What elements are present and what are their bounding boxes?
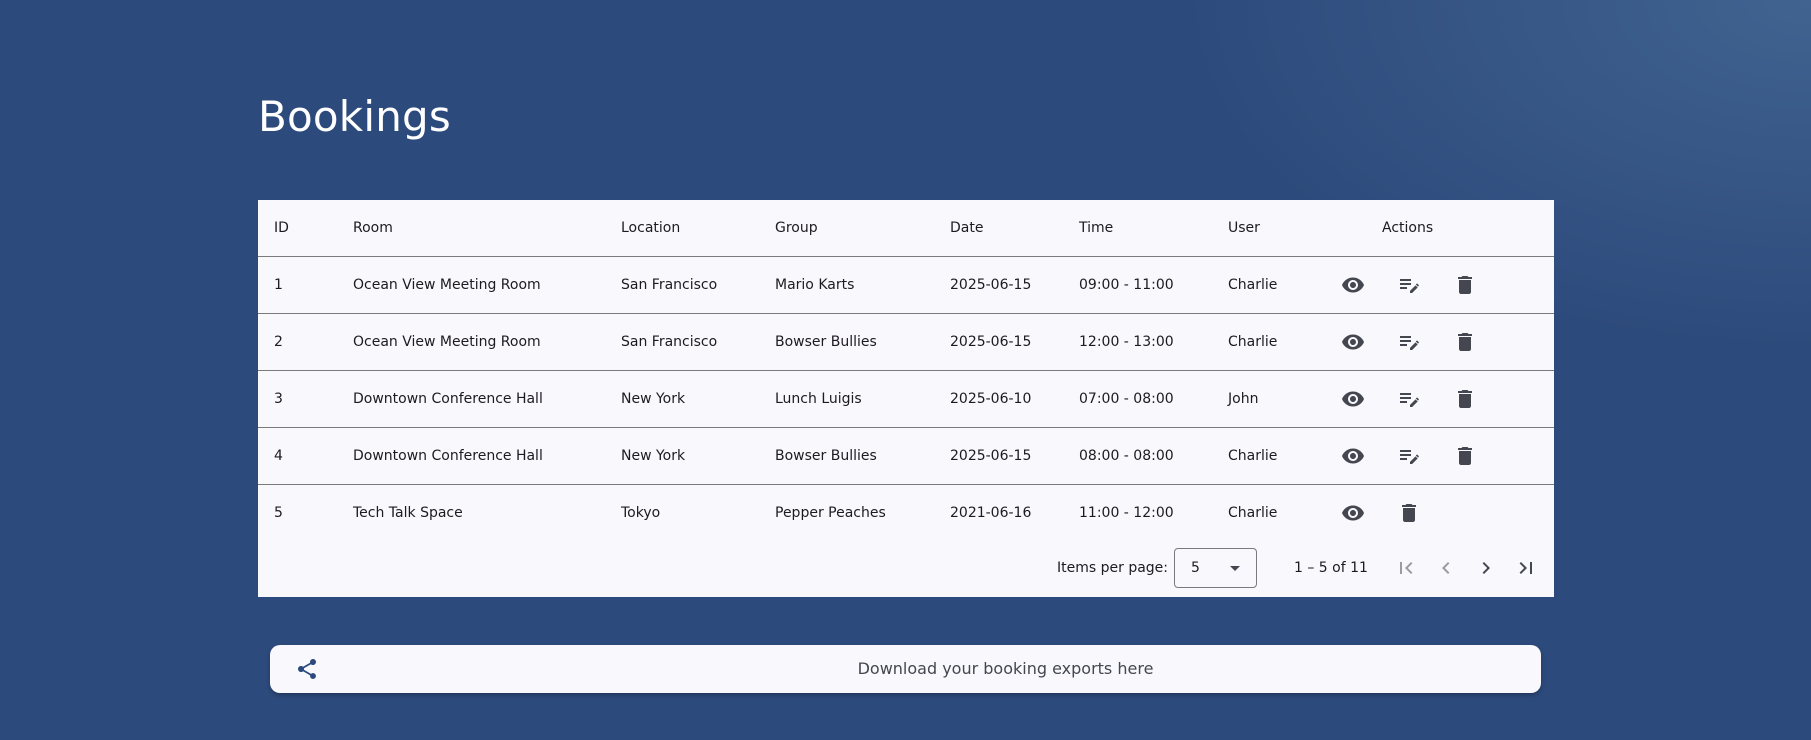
- view-button[interactable]: [1341, 501, 1365, 525]
- cell-location: Tokyo: [621, 505, 661, 521]
- table-row[interactable]: 2 Ocean View Meeting Room San Francisco Bow…: [258, 314, 1554, 371]
- cell-id: 3: [274, 391, 283, 407]
- table-header-row: ID Room Location Group Date Time User Ac…: [258, 200, 1554, 257]
- cell-group: Lunch Luigis: [775, 391, 862, 407]
- cell-time: 07:00 - 08:00: [1079, 391, 1174, 407]
- first-page-icon: [1400, 562, 1413, 574]
- column-header-user[interactable]: User: [1228, 200, 1260, 257]
- cell-id: 1: [274, 277, 283, 293]
- items-per-page-label: Items per page:: [1057, 560, 1169, 576]
- cell-room: Downtown Conference Hall: [353, 391, 543, 407]
- table-row[interactable]: 4 Downtown Conference Hall New York Bowser …: [258, 428, 1554, 485]
- edit-icon: [1400, 336, 1419, 350]
- cell-group: Bowser Bullies: [775, 334, 877, 350]
- delete-icon: [1458, 333, 1472, 351]
- cell-room: Tech Talk Space: [353, 505, 463, 521]
- table-row[interactable]: 1 Ocean View Meeting Room San Francisco Mar…: [258, 257, 1554, 314]
- delete-button[interactable]: [1397, 501, 1421, 525]
- cell-group: Bowser Bullies: [775, 448, 877, 464]
- edit-icon: [1400, 450, 1419, 464]
- cell-location: New York: [621, 448, 686, 464]
- export-download-label: Download your booking exports here: [857, 659, 1154, 678]
- delete-button[interactable]: [1453, 444, 1477, 468]
- edit-icon: [1400, 393, 1419, 407]
- delete-icon: [1458, 390, 1472, 408]
- next-page-button[interactable]: [1474, 556, 1498, 580]
- first-page-button[interactable]: [1394, 556, 1418, 580]
- delete-button[interactable]: [1453, 273, 1477, 297]
- edit-icon: [1400, 279, 1419, 293]
- cell-location: New York: [621, 391, 686, 407]
- delete-icon: [1458, 447, 1472, 465]
- last-page-icon: [1519, 562, 1532, 574]
- paginator: Items per page: 5 1 – 5 of 11: [258, 539, 1554, 597]
- edit-button[interactable]: [1397, 444, 1421, 468]
- cell-room: Ocean View Meeting Room: [353, 334, 541, 350]
- cell-location: San Francisco: [621, 277, 718, 293]
- page-range-label: 1 – 5 of 11: [1294, 560, 1368, 576]
- previous-page-button[interactable]: [1434, 556, 1458, 580]
- edit-button[interactable]: [1397, 273, 1421, 297]
- delete-icon: [1402, 504, 1416, 522]
- bookings-table: ID Room Location Group Date Time User Ac…: [258, 200, 1554, 597]
- delete-icon: [1458, 276, 1472, 294]
- view-icon: [1342, 334, 1364, 350]
- column-header-time[interactable]: Time: [1079, 200, 1113, 257]
- cell-id: 4: [274, 448, 283, 464]
- column-header-actions: Actions: [1382, 220, 1434, 236]
- delete-button[interactable]: [1453, 387, 1477, 411]
- view-button[interactable]: [1341, 444, 1365, 468]
- cell-group: Pepper Peaches: [775, 505, 886, 521]
- view-button[interactable]: [1341, 387, 1365, 411]
- dropdown-arrow-icon: [1230, 566, 1240, 571]
- cell-user: Charlie: [1228, 334, 1278, 350]
- table-row[interactable]: 3 Downtown Conference Hall New York Lunch L…: [258, 371, 1554, 428]
- cell-time: 08:00 - 08:00: [1079, 448, 1174, 464]
- view-icon: [1342, 391, 1364, 407]
- cell-date: 2025-06-15: [950, 448, 1032, 464]
- column-header-room[interactable]: Room: [353, 200, 393, 257]
- cell-user: Charlie: [1228, 448, 1278, 464]
- table-row[interactable]: 5 Tech Talk Space Tokyo Pepper Peaches 2021-…: [258, 485, 1554, 542]
- cell-id: 5: [274, 505, 283, 521]
- view-button[interactable]: [1341, 330, 1365, 354]
- cell-user: Charlie: [1228, 505, 1278, 521]
- cell-time: 09:00 - 11:00: [1079, 277, 1174, 293]
- edit-button[interactable]: [1397, 330, 1421, 354]
- export-download-bar[interactable]: Download your booking exports here: [270, 645, 1541, 693]
- cell-date: 2025-06-10: [950, 391, 1032, 407]
- column-header-group[interactable]: Group: [775, 200, 818, 257]
- column-header-date[interactable]: Date: [950, 200, 983, 257]
- page-title: Bookings: [258, 92, 451, 141]
- view-icon: [1342, 505, 1364, 521]
- cell-date: 2025-06-15: [950, 277, 1032, 293]
- page-size-select[interactable]: 5: [1174, 548, 1257, 588]
- view-icon: [1342, 448, 1364, 464]
- cell-location: San Francisco: [621, 334, 718, 350]
- cell-time: 12:00 - 13:00: [1079, 334, 1174, 350]
- cell-user: John: [1228, 391, 1259, 407]
- view-button[interactable]: [1341, 273, 1365, 297]
- previous-page-icon: [1442, 562, 1450, 574]
- cell-date: 2025-06-15: [950, 334, 1032, 350]
- page-size-value: 5: [1191, 560, 1200, 576]
- cell-id: 2: [274, 334, 283, 350]
- cell-time: 11:00 - 12:00: [1079, 505, 1174, 521]
- last-page-button[interactable]: [1514, 556, 1538, 580]
- cell-room: Ocean View Meeting Room: [353, 277, 541, 293]
- cell-user: Charlie: [1228, 277, 1278, 293]
- column-header-location[interactable]: Location: [621, 200, 680, 257]
- cell-room: Downtown Conference Hall: [353, 448, 543, 464]
- delete-button[interactable]: [1453, 330, 1477, 354]
- next-page-icon: [1482, 562, 1490, 574]
- cell-group: Mario Karts: [775, 277, 855, 293]
- edit-button[interactable]: [1397, 387, 1421, 411]
- view-icon: [1342, 277, 1364, 293]
- column-header-id[interactable]: ID: [274, 200, 289, 257]
- cell-date: 2021-06-16: [950, 505, 1032, 521]
